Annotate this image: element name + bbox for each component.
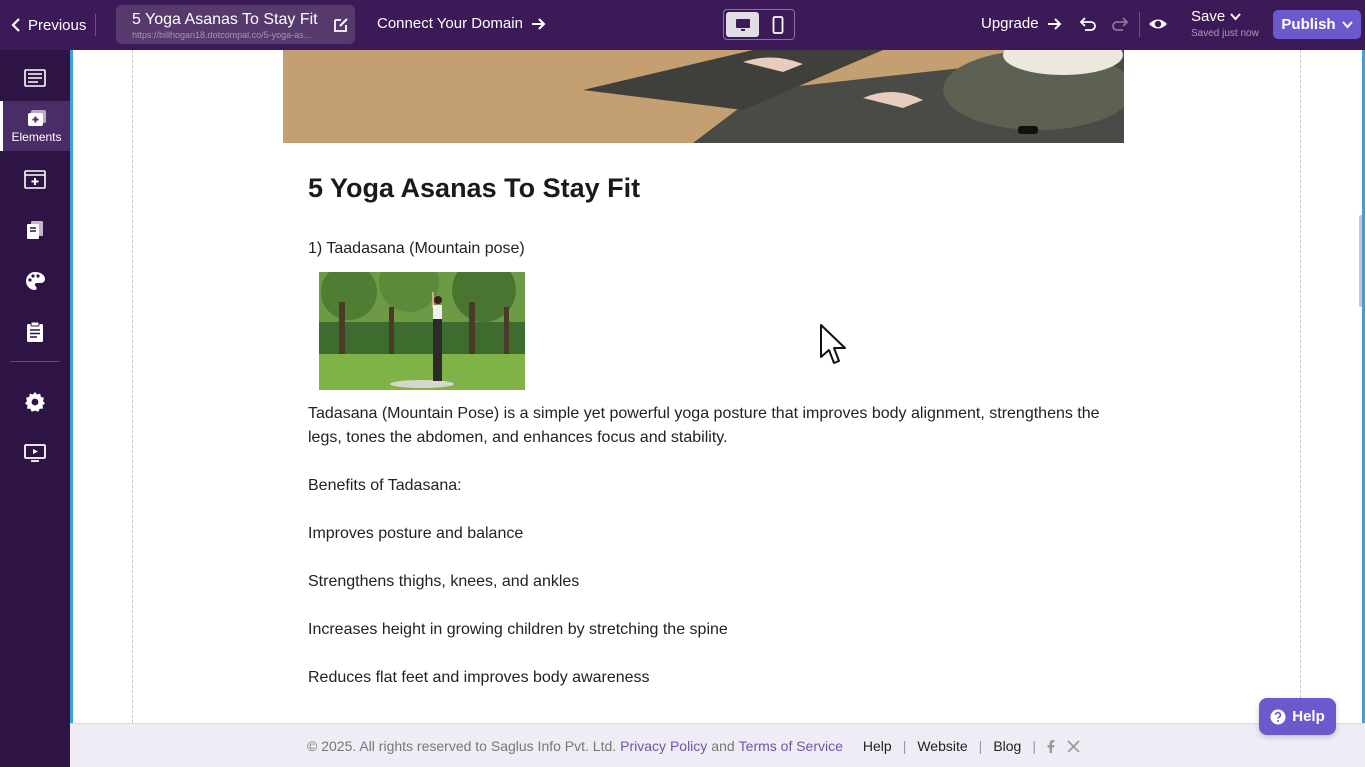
x-twitter-icon[interactable]	[1067, 739, 1080, 753]
facebook-icon[interactable]	[1047, 739, 1055, 753]
arrow-right-icon	[531, 17, 546, 30]
footer-row: © 2025. All rights reserved to Saglus In…	[307, 738, 1080, 754]
and-text: and	[711, 738, 735, 754]
desktop-icon	[735, 18, 750, 31]
question-circle-icon	[1270, 709, 1286, 724]
hero-image-graphic	[283, 50, 1124, 143]
sections-icon	[24, 170, 46, 189]
left-sidebar: Elements	[0, 50, 70, 767]
mobile-view-button[interactable]	[761, 10, 794, 39]
help-button[interactable]: Help	[1259, 698, 1336, 735]
pose-heading[interactable]: 1) Taadasana (Mountain pose)	[308, 237, 525, 261]
library-icon	[27, 221, 43, 239]
forms-icon	[27, 321, 43, 342]
undo-icon[interactable]	[1078, 14, 1098, 34]
benefit-item[interactable]: Reduces flat feet and improves body awar…	[308, 666, 650, 690]
container-guide-right	[1300, 50, 1301, 723]
desktop-view-button[interactable]	[726, 12, 759, 37]
elements-icon	[27, 109, 46, 126]
presentation-icon	[24, 444, 46, 462]
device-toggle	[723, 9, 795, 40]
benefits-heading[interactable]: Benefits of Tadasana:	[308, 474, 462, 498]
upgrade-label: Upgrade	[981, 15, 1039, 32]
previous-button[interactable]: Previous	[10, 12, 86, 38]
website-link[interactable]: Website	[917, 738, 967, 754]
mobile-icon	[772, 15, 783, 34]
footer-separator: |	[1032, 738, 1036, 754]
footer-separator: |	[902, 738, 907, 754]
preview-eye-icon[interactable]	[1148, 14, 1168, 34]
palette-icon	[26, 272, 45, 290]
editor-canvas[interactable]: 5 Yoga Asanas To Stay Fit 1) Taadasana (…	[70, 50, 1365, 723]
sidebar-item-settings[interactable]	[0, 377, 70, 427]
previous-label: Previous	[28, 16, 87, 34]
blog-link[interactable]: Blog	[993, 738, 1021, 754]
edit-icon[interactable]	[332, 16, 350, 34]
intro-paragraph-line-2[interactable]: legs, tones the abdomen, and enhances fo…	[308, 426, 728, 450]
connect-domain-button[interactable]: Connect Your Domain	[377, 15, 546, 32]
pages-icon	[24, 69, 46, 87]
terms-of-service-link[interactable]: Terms of Service	[739, 738, 843, 754]
benefit-item[interactable]: Strengthens thighs, knees, and ankles	[308, 570, 579, 594]
save-label: Save	[1191, 8, 1226, 25]
gear-icon	[25, 392, 45, 412]
chevron-left-icon	[11, 18, 20, 32]
publish-button[interactable]: Publish	[1273, 10, 1361, 39]
sidebar-item-pages[interactable]	[0, 53, 70, 103]
footer: © 2025. All rights reserved to Saglus In…	[70, 723, 1365, 767]
benefit-item[interactable]: Increases height in growing children by …	[308, 618, 728, 642]
page-url: https://billhogan18.dotcompal.co/5-yoga-…	[132, 30, 312, 40]
page-title-box[interactable]: 5 Yoga Asanas To Stay Fit https://billho…	[116, 5, 355, 44]
sidebar-item-sections[interactable]	[0, 154, 70, 204]
toolbar-divider	[95, 14, 96, 36]
privacy-policy-link[interactable]: Privacy Policy	[620, 738, 707, 754]
benefit-item[interactable]: Improves posture and balance	[308, 522, 523, 546]
sidebar-item-library[interactable]	[0, 205, 70, 255]
canvas-scrollbar[interactable]	[1359, 215, 1362, 307]
sidebar-item-presentation[interactable]	[0, 428, 70, 478]
footer-separator: |	[978, 738, 983, 754]
sidebar-item-theme[interactable]	[0, 256, 70, 306]
sidebar-item-label: Elements	[11, 129, 62, 144]
hero-image[interactable]	[283, 50, 1124, 143]
sidebar-divider	[10, 361, 60, 362]
arrow-right-icon	[1047, 17, 1061, 30]
sidebar-item-forms[interactable]	[0, 307, 70, 357]
top-toolbar: Previous 5 Yoga Asanas To Stay Fit https…	[0, 0, 1365, 50]
save-button[interactable]: Save Saved just now	[1191, 8, 1259, 39]
pose-photo[interactable]	[319, 272, 525, 390]
copyright-text: © 2025. All rights reserved to Saglus In…	[307, 738, 617, 754]
mouse-pointer-icon	[820, 324, 846, 364]
container-guide-left	[132, 50, 133, 723]
article-title[interactable]: 5 Yoga Asanas To Stay Fit	[308, 173, 640, 204]
chevron-down-icon	[1341, 20, 1353, 28]
toolbar-divider	[1139, 12, 1140, 37]
save-status: Saved just now	[1191, 28, 1259, 39]
help-link[interactable]: Help	[863, 738, 892, 754]
page-title[interactable]: 5 Yoga Asanas To Stay Fit	[132, 11, 322, 29]
help-button-label: Help	[1292, 708, 1325, 725]
connect-domain-label: Connect Your Domain	[377, 15, 523, 32]
intro-paragraph-line-1[interactable]: Tadasana (Mountain Pose) is a simple yet…	[308, 402, 1100, 426]
publish-label: Publish	[1281, 16, 1336, 33]
redo-icon[interactable]	[1110, 14, 1130, 34]
pose-photo-graphic	[319, 272, 525, 390]
upgrade-button[interactable]: Upgrade	[981, 15, 1062, 32]
sidebar-item-elements[interactable]: Elements	[0, 101, 70, 151]
chevron-down-icon	[1230, 12, 1241, 20]
